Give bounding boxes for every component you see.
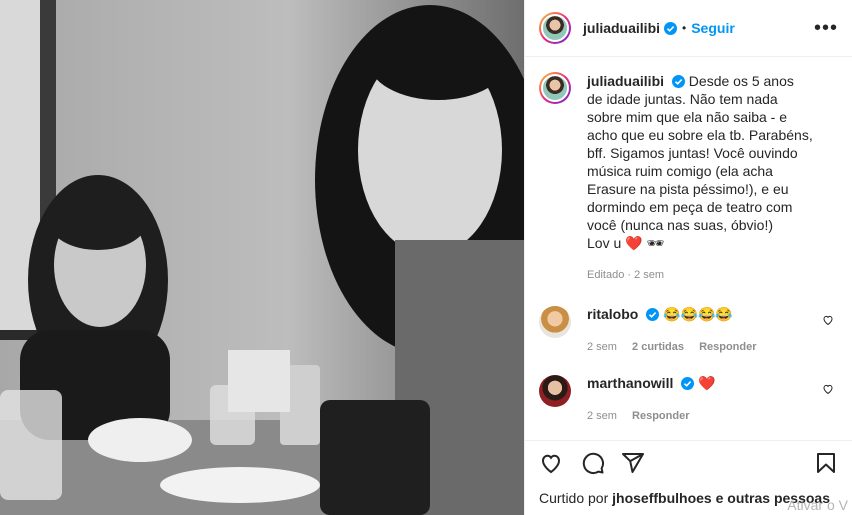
liked-by-user[interactable]: jhoseffbulhoes [612, 490, 712, 506]
caption-body: juliaduailibi Desde os 5 anos de idade j… [587, 72, 813, 284]
caption-meta: Editado · 2 sem [587, 269, 665, 281]
author-username[interactable]: juliaduailibi [583, 20, 660, 36]
comment-time: 2 sem [587, 410, 617, 422]
more-options-icon[interactable]: ••• [814, 18, 838, 38]
heart-icon[interactable] [822, 314, 834, 326]
liked-by-prefix: Curtido por [539, 490, 609, 506]
commenter-avatar[interactable] [539, 375, 571, 407]
verified-badge-icon [646, 308, 660, 321]
comment-text: 😂😂😂😂 [663, 306, 733, 322]
comment-username[interactable]: ritalobo [587, 306, 638, 322]
comment-icon[interactable] [581, 451, 605, 475]
comment-item: marthanowill ❤️ 2 sem Responder [539, 375, 838, 422]
caption: juliaduailibi Desde os 5 anos de idade j… [539, 72, 838, 284]
follow-button[interactable]: Seguir [691, 20, 735, 36]
comment-meta: 2 sem 2 curtidas Responder [587, 341, 769, 353]
bookmark-icon[interactable] [814, 451, 838, 475]
post-header: juliaduailibi • Seguir ••• [525, 0, 852, 57]
caption-avatar[interactable] [539, 72, 571, 104]
activation-watermark: Ativar o V [787, 497, 848, 513]
comment-item: ritalobo 😂😂😂😂 2 sem 2 curtidas Responder [539, 306, 838, 353]
separator-dot: • [682, 21, 687, 35]
action-bar [525, 440, 852, 486]
like-heart-icon[interactable] [539, 451, 563, 475]
comment-body: marthanowill ❤️ 2 sem Responder [587, 375, 716, 422]
comment-username[interactable]: marthanowill [587, 375, 673, 391]
comment-likes[interactable]: 2 curtidas [632, 341, 684, 353]
verified-badge-icon [664, 21, 678, 35]
post-photo[interactable] [0, 0, 524, 515]
verified-badge-icon [671, 75, 685, 88]
comment-text: ❤️ [698, 375, 716, 391]
commenter-avatar[interactable] [539, 306, 571, 338]
comment-meta: 2 sem Responder [587, 410, 716, 422]
comments-section: juliaduailibi Desde os 5 anos de idade j… [525, 58, 852, 422]
heart-icon[interactable] [822, 383, 834, 395]
caption-text: Desde os 5 anos de idade juntas. Não tem… [587, 73, 813, 233]
comment-time: 2 sem [587, 341, 617, 353]
caption-username[interactable]: juliaduailibi [587, 73, 664, 89]
caption-signoff: Lov u ❤️ 🕶 [587, 235, 665, 251]
comment-body: ritalobo 😂😂😂😂 2 sem 2 curtidas Responder [587, 306, 769, 353]
reply-button[interactable]: Responder [632, 410, 689, 422]
photo-image [0, 0, 524, 515]
reply-button[interactable]: Responder [699, 341, 756, 353]
verified-badge-icon [681, 377, 695, 390]
share-icon[interactable] [621, 451, 645, 475]
author-avatar[interactable] [539, 12, 571, 44]
post-panel: juliaduailibi • Seguir ••• juliaduailibi… [524, 0, 852, 515]
